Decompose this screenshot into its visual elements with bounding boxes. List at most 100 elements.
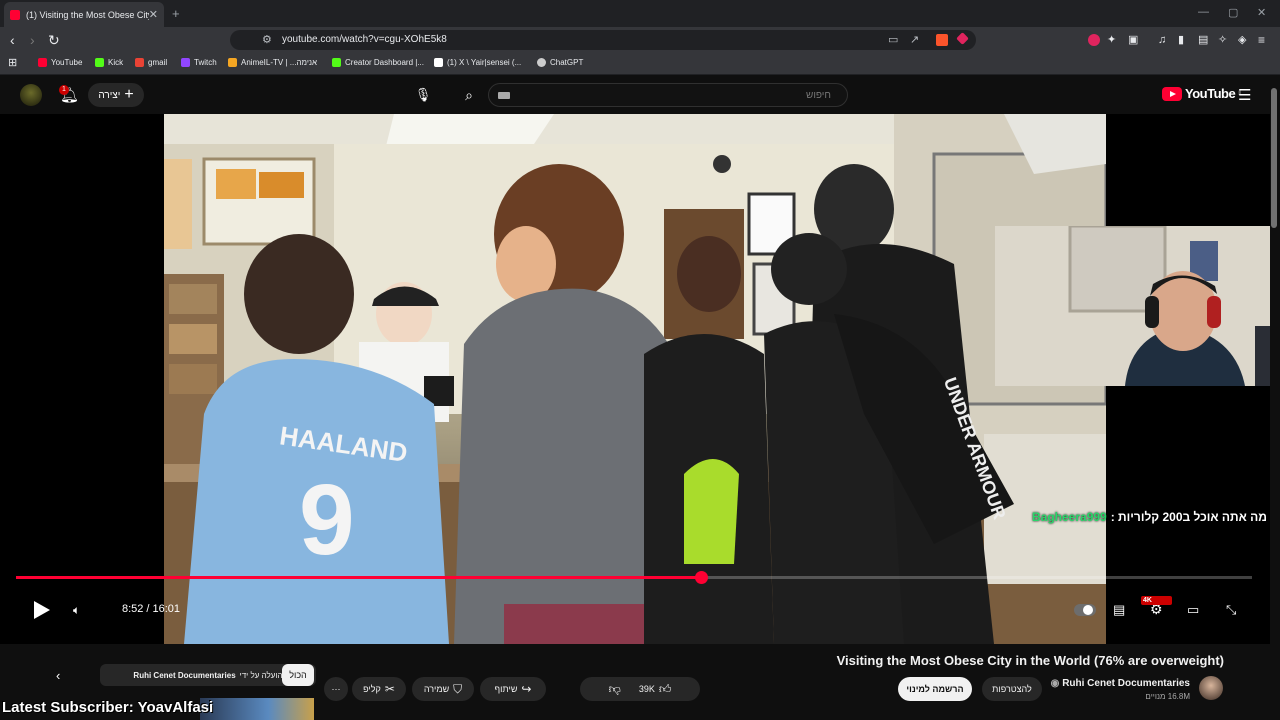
streamer-webcam-overlay — [995, 226, 1270, 386]
url-text[interactable]: youtube.com/watch?v=cgu-XOhE5k8 — [282, 34, 447, 45]
search-input[interactable] — [519, 87, 831, 103]
quality-badge: 4K — [1141, 596, 1172, 605]
user-avatar[interactable] — [20, 84, 42, 106]
volume-icon[interactable]: 🔈︎ — [73, 603, 80, 618]
extensions-icon[interactable]: ✦ — [1107, 32, 1116, 48]
share-page-icon[interactable]: ↗ — [910, 33, 919, 46]
bookmark-creator-dashboard[interactable]: Creator Dashboard |... — [332, 58, 424, 67]
media-icon[interactable]: ♫ — [1158, 32, 1166, 48]
bookmark-youtube[interactable]: YouTube — [38, 58, 82, 67]
voice-search-mic-icon[interactable]: 🎙︎ — [412, 84, 434, 106]
bookmark-gmail[interactable]: gmail — [135, 58, 167, 67]
like-count[interactable]: 39K — [639, 684, 655, 694]
chips-prev-arrow-icon[interactable]: ‹ — [56, 668, 60, 683]
autoplay-knob — [1083, 605, 1093, 615]
bookmark-chatgpt[interactable]: ChatGPT — [537, 58, 583, 67]
like-icon[interactable]: 👍︎ — [659, 682, 672, 697]
bookmark-x[interactable]: (1) X \ Yair|sensei (... — [434, 58, 521, 67]
more-horiz-icon: ⋯ — [331, 683, 341, 694]
progress-bar[interactable] — [16, 571, 1252, 584]
latest-subscriber-overlay: Latest Subscriber: YoavAlfasi — [2, 699, 214, 716]
clip-button[interactable]: קליפ ✂ — [352, 677, 406, 701]
youtube-favicon-icon — [10, 9, 20, 20]
notifications-badge: 1 — [59, 85, 69, 95]
wallet2-icon[interactable]: ▤ — [1198, 32, 1208, 48]
brave-rewards-icon[interactable] — [956, 32, 969, 45]
subtitles-icon[interactable]: ▤ — [1113, 602, 1125, 618]
create-button[interactable]: יצירה + — [88, 83, 144, 107]
like-dislike-group: 👎︎ 39K 👍︎ — [580, 677, 700, 701]
play-icon[interactable] — [30, 599, 52, 621]
menu-icon[interactable]: ≡ — [1258, 32, 1265, 48]
join-button[interactable]: להצטרפות — [982, 677, 1042, 701]
webcam-image — [995, 226, 1270, 386]
browser-tab[interactable]: (1) Visiting the Most Obese City ✕ — [4, 2, 164, 27]
bookmark-label: gmail — [148, 58, 168, 67]
fullscreen-icon[interactable]: ⤡ — [1226, 602, 1236, 618]
video-title: Visiting the Most Obese City in the Worl… — [836, 653, 1224, 668]
chip-all[interactable]: הכול — [282, 664, 314, 686]
chat-message: מה אתה אוכל ב200 קלוריות : — [1110, 510, 1267, 524]
back-icon[interactable]: ‹ — [10, 32, 15, 48]
search-icon[interactable]: ⌕ — [452, 84, 486, 106]
tab-title: (1) Visiting the Most Obese City — [26, 9, 149, 20]
join-label: להצטרפות — [992, 684, 1032, 694]
share-button[interactable]: שיתוף ↪ — [480, 677, 546, 701]
bookmarks-bar: ⊞ YouTube Kick gmail Twitch AnimeIL-TV |… — [0, 53, 1280, 75]
animeil-icon — [228, 58, 237, 67]
channel-name[interactable]: ◉ Ruhi Cenet Documentaries — [1051, 678, 1190, 689]
channel-avatar[interactable] — [1199, 676, 1223, 700]
wallet-icon[interactable]: ▣ — [1128, 32, 1138, 48]
autoplay-toggle[interactable] — [1074, 604, 1096, 616]
save-button[interactable]: שמירה ⛉ — [412, 677, 474, 701]
sidebar-icon[interactable]: ▮ — [1178, 32, 1184, 48]
reload-icon[interactable]: ↻ — [48, 32, 60, 48]
subscribe-button[interactable]: הרשמה למינוי — [898, 677, 972, 701]
kick-icon — [332, 58, 341, 67]
more-actions-button[interactable]: ⋯ — [324, 677, 348, 701]
bookmark-label: ChatGPT — [550, 58, 584, 67]
svg-text:9: 9 — [299, 464, 355, 576]
bookmark-label: YouTube — [51, 58, 83, 67]
apps-grid-icon[interactable]: ⊞ — [8, 56, 17, 69]
progress-scrubber[interactable] — [694, 571, 708, 584]
subscriber-count: 16.8M מנויים — [1145, 692, 1190, 701]
cast-icon[interactable]: ▭ — [888, 33, 898, 46]
leo-ai-icon[interactable]: ✧ — [1218, 32, 1227, 48]
bookmark-label: Twitch — [194, 58, 217, 67]
time-display: 8:52 / 16:01 — [122, 603, 180, 615]
page-scrollbar[interactable] — [1271, 88, 1277, 228]
youtube-logo[interactable]: YouTube IL — [1162, 86, 1243, 101]
duration: 16:01 — [152, 603, 181, 615]
video-scene-image: HAALAND 9 UNDER ARMOUR — [164, 114, 1106, 644]
stream-chat-overlay: Bagheera999 מה אתה אוכל ב200 קלוריות : — [1032, 510, 1267, 524]
tab-close-icon[interactable]: ✕ — [149, 8, 158, 21]
x-icon — [434, 58, 443, 67]
window-close-button[interactable]: ✕ — [1257, 6, 1266, 19]
youtube-logo-text: YouTube — [1185, 86, 1236, 101]
bookmark-animeil[interactable]: AnimeIL-TV | ...אנימה — [228, 58, 317, 67]
current-time: 8:52 — [122, 603, 144, 615]
video-frame[interactable]: HAALAND 9 UNDER ARMOUR — [164, 114, 1106, 644]
site-info-icon[interactable]: ⚙ — [262, 33, 272, 46]
address-bar[interactable]: ⚙ youtube.com/watch?v=cgu-XOhE5k8 ▭ ↗ — [230, 30, 976, 50]
related-video-thumbnail[interactable] — [200, 698, 314, 720]
vpn-shield-icon[interactable]: ◈ — [1238, 32, 1246, 48]
video-player[interactable]: HAALAND 9 UNDER ARMOUR Bagheera999 מה את… — [0, 114, 1270, 644]
chatgpt-icon — [537, 58, 546, 67]
forward-icon[interactable]: › — [30, 32, 35, 48]
twitch-icon — [181, 58, 190, 67]
brave-shield-icon[interactable] — [936, 34, 948, 46]
minimize-button[interactable]: — — [1198, 6, 1209, 18]
theater-mode-icon[interactable]: ▭ — [1187, 602, 1199, 618]
guide-menu-icon[interactable]: ☰ — [1238, 86, 1251, 104]
save-bookmark-icon: ⛉ — [453, 681, 463, 696]
new-tab-button[interactable]: + — [172, 6, 180, 21]
bookmark-twitch[interactable]: Twitch — [181, 58, 217, 67]
dislike-icon[interactable]: 👎︎ — [609, 682, 621, 697]
maximize-button[interactable]: ▢ — [1228, 6, 1238, 19]
bookmark-kick[interactable]: Kick — [95, 58, 123, 67]
search-box[interactable] — [488, 83, 848, 107]
keyboard-icon[interactable] — [498, 92, 510, 99]
record-extension-icon[interactable] — [1088, 34, 1100, 46]
